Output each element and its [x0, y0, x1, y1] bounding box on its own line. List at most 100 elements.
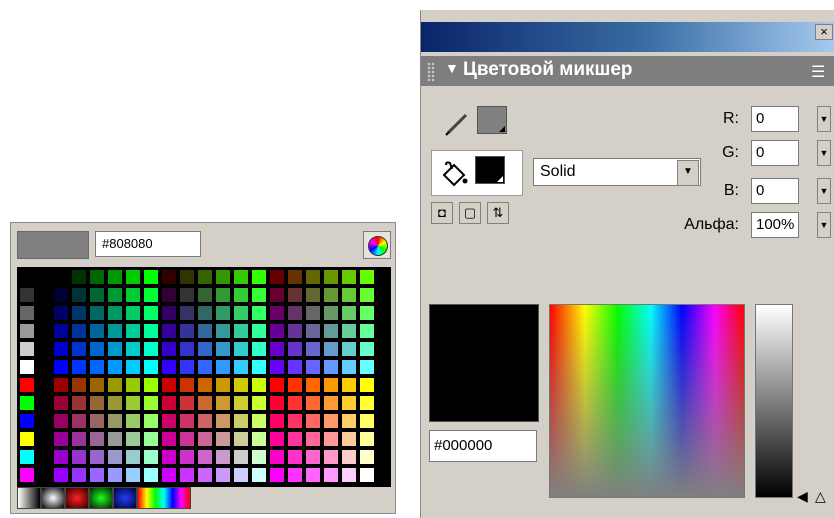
- swatch-cell[interactable]: [269, 449, 285, 465]
- swatch-cell[interactable]: [19, 287, 35, 303]
- swatch-cell[interactable]: [215, 449, 231, 465]
- swatch-cell[interactable]: [19, 341, 35, 357]
- swatch-cell[interactable]: [71, 341, 87, 357]
- swatch-cell[interactable]: [125, 431, 141, 447]
- stroke-color-tool[interactable]: [439, 106, 473, 140]
- r-input[interactable]: 0: [751, 106, 799, 132]
- swatch-cell[interactable]: [161, 305, 177, 321]
- swatch-cell[interactable]: [287, 287, 303, 303]
- swatch-cell[interactable]: [359, 449, 375, 465]
- swatch-hex-input[interactable]: #808080: [95, 231, 201, 257]
- swatch-cell[interactable]: [233, 395, 249, 411]
- swatch-cell[interactable]: [233, 359, 249, 375]
- swatch-cell[interactable]: [53, 431, 69, 447]
- swatch-cell[interactable]: [305, 359, 321, 375]
- swatch-cell[interactable]: [125, 449, 141, 465]
- swatch-cell[interactable]: [359, 359, 375, 375]
- swatch-cell[interactable]: [125, 287, 141, 303]
- swatch-cell[interactable]: [359, 287, 375, 303]
- swatch-cell[interactable]: [323, 305, 339, 321]
- swatch-cell[interactable]: [215, 287, 231, 303]
- swatch-cell[interactable]: [323, 323, 339, 339]
- close-button[interactable]: ×: [815, 24, 833, 40]
- swatch-cell[interactable]: [305, 449, 321, 465]
- swatch-cell[interactable]: [19, 449, 35, 465]
- swatch-cell[interactable]: [71, 449, 87, 465]
- swatch-cell[interactable]: [19, 269, 35, 285]
- swatch-cell[interactable]: [161, 341, 177, 357]
- b-dropdown-button[interactable]: ▼: [817, 178, 831, 204]
- swatch-cell[interactable]: [215, 467, 231, 483]
- swatch-cell[interactable]: [251, 449, 267, 465]
- swatch-cell[interactable]: [359, 269, 375, 285]
- swatch-cell[interactable]: [269, 341, 285, 357]
- swatch-cell[interactable]: [233, 341, 249, 357]
- swatch-cell[interactable]: [179, 395, 195, 411]
- swatch-cell[interactable]: [215, 431, 231, 447]
- swatch-cell[interactable]: [269, 413, 285, 429]
- panel-header[interactable]: ▼ Цветовой микшер ☰: [421, 56, 834, 86]
- options-menu-icon[interactable]: ☰: [811, 62, 825, 82]
- swatch-cell[interactable]: [341, 359, 357, 375]
- swatch-cell[interactable]: [19, 413, 35, 429]
- swatch-cell[interactable]: [143, 287, 159, 303]
- swatch-cell[interactable]: [287, 395, 303, 411]
- drag-grip-icon[interactable]: [427, 62, 435, 82]
- swatch-cell[interactable]: [107, 467, 123, 483]
- swatch-cell[interactable]: [341, 305, 357, 321]
- swatch-cell[interactable]: [359, 341, 375, 357]
- swatch-cell[interactable]: [287, 269, 303, 285]
- swatch-cell[interactable]: [125, 467, 141, 483]
- swatch-cell[interactable]: [359, 413, 375, 429]
- swatch-cell[interactable]: [89, 359, 105, 375]
- swatch-cell[interactable]: [19, 431, 35, 447]
- swatch-cell[interactable]: [53, 287, 69, 303]
- swatch-cell[interactable]: [341, 287, 357, 303]
- swatch-cell[interactable]: [125, 305, 141, 321]
- swatch-cell[interactable]: [125, 413, 141, 429]
- swap-colors-button[interactable]: ⇅: [487, 202, 509, 224]
- swatch-cell[interactable]: [197, 359, 213, 375]
- swatch-cell[interactable]: [179, 359, 195, 375]
- swatch-cell[interactable]: [341, 431, 357, 447]
- swatch-cell[interactable]: [269, 431, 285, 447]
- swatch-cell[interactable]: [107, 323, 123, 339]
- swatch-cell[interactable]: [305, 269, 321, 285]
- swatch-cell[interactable]: [233, 467, 249, 483]
- swatch-cell[interactable]: [19, 467, 35, 483]
- swatch-cell[interactable]: [323, 341, 339, 357]
- swatch-cell[interactable]: [287, 377, 303, 393]
- swatch-cell[interactable]: [143, 305, 159, 321]
- swatch-cell[interactable]: [233, 431, 249, 447]
- gradient-swatch-green[interactable]: [89, 487, 113, 509]
- gradient-swatch-blue[interactable]: [113, 487, 137, 509]
- swatch-cell[interactable]: [71, 431, 87, 447]
- swatch-cell[interactable]: [53, 359, 69, 375]
- swatch-cell[interactable]: [53, 269, 69, 285]
- swatch-cell[interactable]: [161, 377, 177, 393]
- swatch-cell[interactable]: [19, 359, 35, 375]
- swatch-cell[interactable]: [287, 323, 303, 339]
- swatch-cell[interactable]: [125, 341, 141, 357]
- stroke-color-chip[interactable]: [477, 106, 507, 134]
- swatch-cell[interactable]: [341, 341, 357, 357]
- swatch-cell[interactable]: [197, 449, 213, 465]
- swatch-cell[interactable]: [179, 305, 195, 321]
- swatch-cell[interactable]: [251, 431, 267, 447]
- swatch-cell[interactable]: [269, 359, 285, 375]
- swatch-cell[interactable]: [89, 431, 105, 447]
- swatch-cell[interactable]: [269, 323, 285, 339]
- swatch-cell[interactable]: [107, 359, 123, 375]
- swatch-cell[interactable]: [161, 431, 177, 447]
- black-white-button[interactable]: ◘: [431, 202, 453, 224]
- swatch-cell[interactable]: [143, 395, 159, 411]
- swatch-cell[interactable]: [89, 449, 105, 465]
- swatch-cell[interactable]: [53, 449, 69, 465]
- brightness-slider[interactable]: [755, 304, 793, 498]
- swatch-cell[interactable]: [143, 431, 159, 447]
- swatch-cell[interactable]: [215, 359, 231, 375]
- swatch-cell[interactable]: [323, 431, 339, 447]
- gradient-swatch-radial-gray[interactable]: [41, 487, 65, 509]
- swatch-cell[interactable]: [215, 305, 231, 321]
- swatch-cell[interactable]: [143, 413, 159, 429]
